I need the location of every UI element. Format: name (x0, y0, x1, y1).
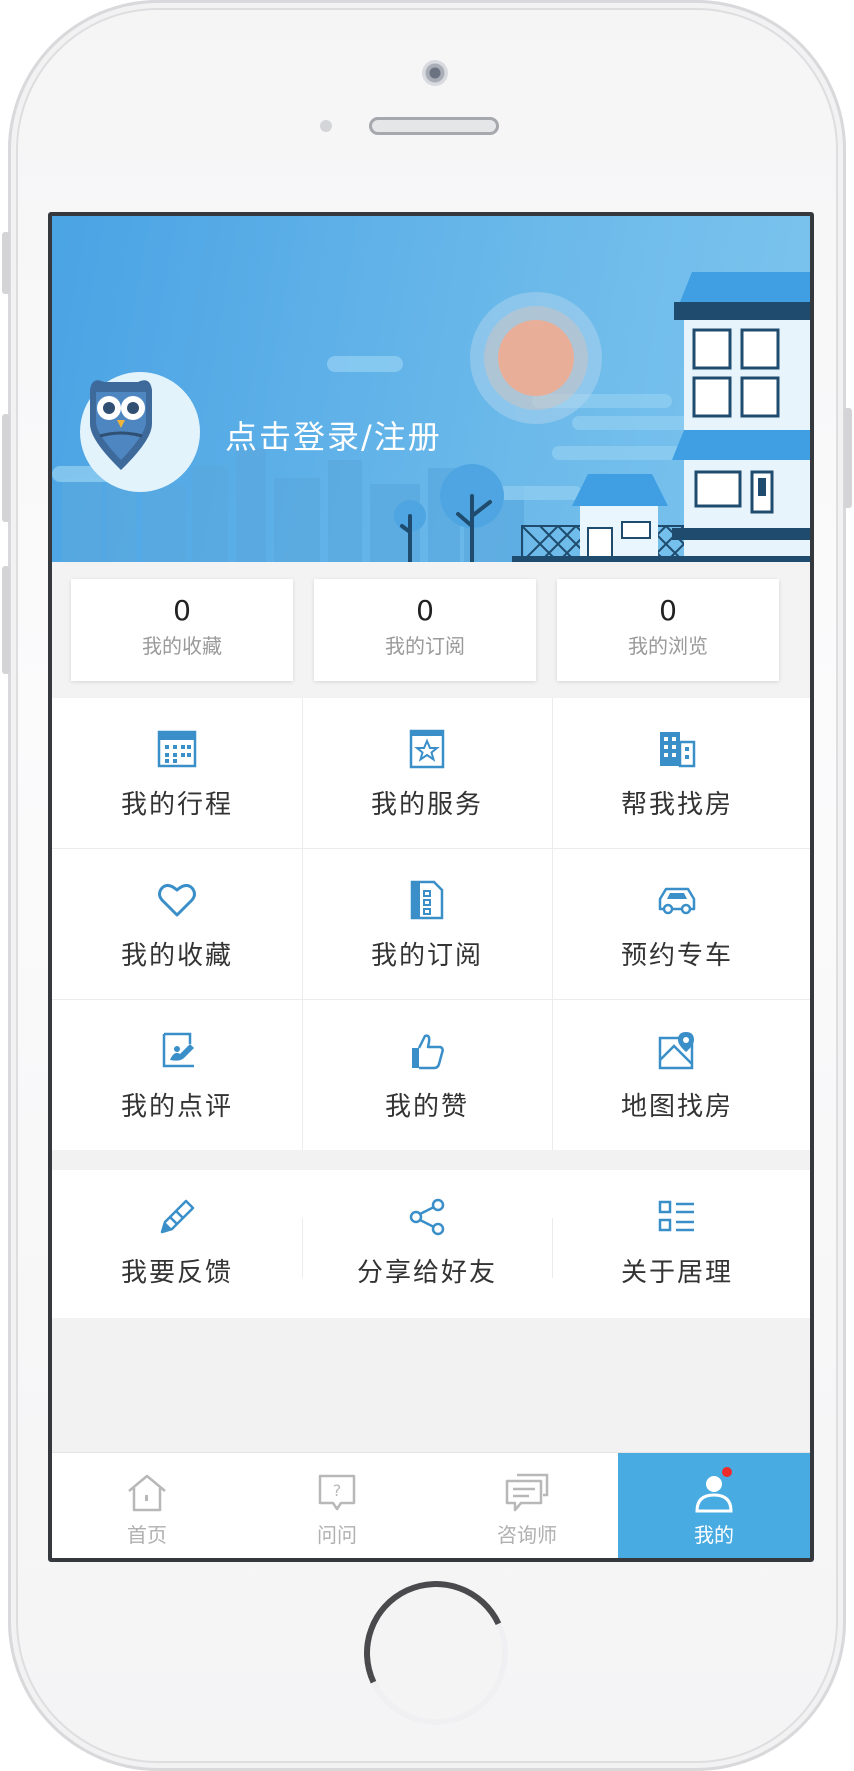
menu-item-itinerary[interactable]: 我的行程 (52, 698, 302, 848)
menu-item-share[interactable]: 分享给好友 (302, 1170, 552, 1320)
stat-label: 我的收藏 (142, 634, 222, 658)
document-icon (410, 880, 444, 920)
menu-item-services[interactable]: 我的服务 (302, 698, 552, 848)
menu-item-label: 分享给好友 (356, 1258, 497, 1288)
menu-item-label: 地图找房 (620, 1092, 733, 1122)
mute-switch (2, 232, 10, 294)
extra-menu: 我要反馈 分享给好友 关于居理 (52, 1170, 810, 1318)
menu-item-likes[interactable]: 我的赞 (302, 1000, 552, 1150)
menu-item-favorites[interactable]: 我的收藏 (52, 849, 302, 999)
power-button (844, 408, 852, 508)
building-icon (660, 732, 696, 768)
volume-down-button (2, 566, 10, 674)
stat-label: 我的浏览 (628, 634, 708, 658)
stat-history[interactable]: 0 我的浏览 (557, 579, 779, 681)
menu-grid: 我的行程 我的服务 帮我找房 我的收藏 我的订阅 预约专车 我的点评 我的赞 地… (52, 698, 810, 1150)
owl-logo-icon (90, 380, 152, 470)
tab-mine[interactable]: 我的 (618, 1453, 810, 1558)
tab-home[interactable]: 首页 (52, 1453, 242, 1558)
tab-bar: 首页 ? 问问 咨询师 我的 (52, 1452, 810, 1558)
map-pin-icon (658, 1032, 694, 1070)
menu-item-map-search[interactable]: 地图找房 (552, 1000, 802, 1150)
menu-item-label: 帮我找房 (620, 790, 733, 820)
front-camera (422, 60, 448, 86)
menu-item-about[interactable]: 关于居理 (552, 1170, 802, 1320)
home-icon (128, 1474, 166, 1512)
stat-favorites[interactable]: 0 我的收藏 (71, 579, 293, 681)
menu-item-label: 我的订阅 (370, 941, 483, 971)
heart-icon (158, 883, 196, 917)
profile-banner: 点击登录/注册 (52, 216, 810, 562)
stats-bar: 0 我的收藏 0 我的订阅 0 我的浏览 (52, 562, 810, 696)
user-icon (695, 1476, 733, 1513)
proximity-sensor (320, 120, 332, 132)
tab-label: 我的 (694, 1523, 734, 1547)
menu-item-find-home[interactable]: 帮我找房 (552, 698, 802, 848)
avatar[interactable] (80, 372, 200, 492)
tab-consultant[interactable]: 咨询师 (432, 1453, 622, 1558)
list-icon (658, 1200, 694, 1232)
thumbs-up-icon (412, 1034, 444, 1070)
stat-value: 0 (659, 594, 677, 627)
question-icon: ? (318, 1474, 356, 1511)
stat-label: 我的订阅 (385, 634, 465, 658)
menu-item-book-car[interactable]: 预约专车 (552, 849, 802, 999)
menu-item-feedback[interactable]: 我要反馈 (52, 1170, 302, 1320)
tab-ask[interactable]: ? 问问 (242, 1453, 432, 1558)
app-screen: 点击登录/注册 0 我的收藏 0 我的订阅 0 我的浏览 我的行程 我的服务 帮… (48, 212, 814, 1562)
earpiece-speaker (369, 117, 499, 135)
car-icon (658, 887, 696, 915)
review-edit-icon (162, 1032, 194, 1068)
menu-item-label: 我的行程 (120, 790, 233, 820)
home-button[interactable] (343, 1560, 529, 1746)
pencil-icon (160, 1199, 195, 1234)
calendar-icon (157, 730, 197, 768)
tab-label: 问问 (317, 1523, 357, 1547)
menu-item-subscriptions[interactable]: 我的订阅 (302, 849, 552, 999)
login-register-link[interactable]: 点击登录/注册 (225, 412, 442, 458)
stat-value: 0 (416, 594, 434, 627)
menu-item-reviews[interactable]: 我的点评 (52, 1000, 302, 1150)
chat-icon (505, 1473, 549, 1512)
menu-item-label: 关于居理 (620, 1258, 733, 1288)
svg-text:?: ? (333, 1481, 342, 1500)
menu-item-label: 我的点评 (120, 1092, 233, 1122)
notification-badge (722, 1467, 732, 1477)
tab-label: 首页 (127, 1523, 167, 1547)
service-star-icon (409, 729, 445, 769)
menu-item-label: 我的赞 (384, 1092, 469, 1122)
menu-item-label: 我的服务 (370, 790, 483, 820)
volume-up-button (2, 414, 10, 522)
share-icon (409, 1198, 445, 1236)
menu-item-label: 预约专车 (620, 941, 733, 971)
tab-label: 咨询师 (497, 1523, 557, 1547)
menu-item-label: 我的收藏 (120, 941, 233, 971)
menu-item-label: 我要反馈 (120, 1258, 233, 1288)
stat-value: 0 (173, 594, 191, 627)
stat-subscriptions[interactable]: 0 我的订阅 (314, 579, 536, 681)
